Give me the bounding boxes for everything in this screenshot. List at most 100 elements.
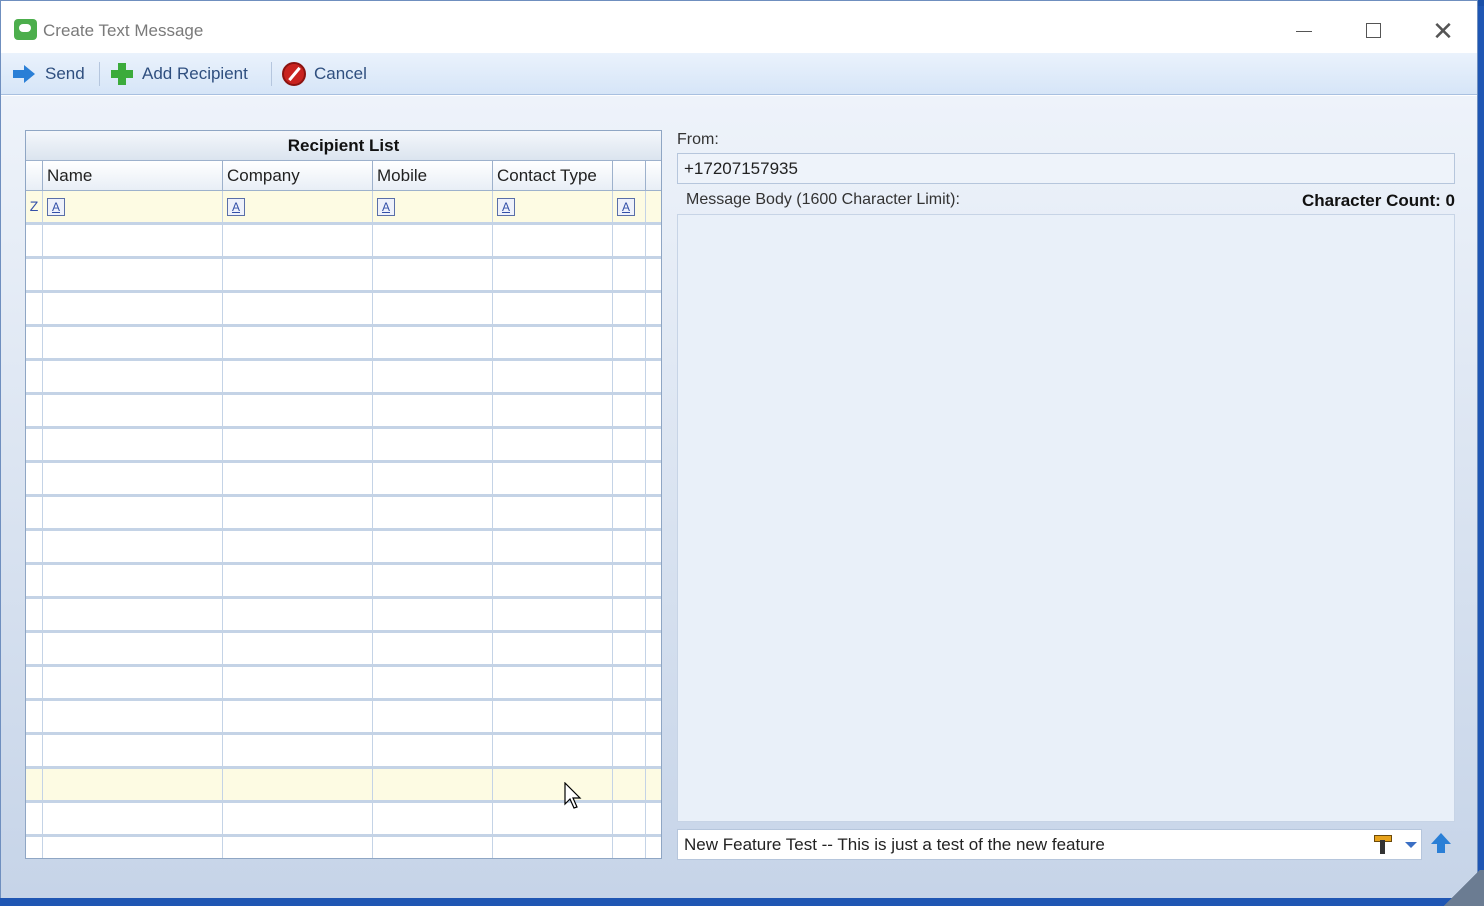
table-row[interactable] xyxy=(26,225,661,259)
template-dropdown-chevron-icon[interactable] xyxy=(1403,836,1419,852)
name-cell[interactable] xyxy=(43,463,223,494)
extra-cell[interactable] xyxy=(613,463,646,494)
minimize-button[interactable] xyxy=(1281,13,1327,49)
column-header-extra[interactable] xyxy=(613,161,646,190)
mobile-cell[interactable] xyxy=(373,225,493,256)
contact-type-cell[interactable] xyxy=(493,259,613,290)
table-row[interactable] xyxy=(26,429,661,463)
row-selector-cell[interactable] xyxy=(26,667,43,698)
name-cell[interactable] xyxy=(43,837,223,858)
extra-cell[interactable] xyxy=(613,769,646,800)
row-selector-cell[interactable] xyxy=(26,633,43,664)
cancel-button[interactable]: Cancel xyxy=(282,61,367,87)
filter-operator-icon[interactable]: A xyxy=(497,198,515,216)
contact-type-cell[interactable] xyxy=(493,769,613,800)
row-selector-cell[interactable] xyxy=(26,225,43,256)
extra-cell[interactable] xyxy=(613,565,646,596)
company-cell[interactable] xyxy=(223,599,373,630)
mobile-cell[interactable] xyxy=(373,803,493,834)
mobile-cell[interactable] xyxy=(373,463,493,494)
row-selector-cell[interactable] xyxy=(26,531,43,562)
company-cell[interactable] xyxy=(223,769,373,800)
title-bar[interactable]: Create Text Message ✕ xyxy=(1,5,1477,53)
mobile-cell[interactable] xyxy=(373,633,493,664)
filter-operator-icon[interactable]: A xyxy=(227,198,245,216)
column-header-company[interactable]: Company xyxy=(223,161,373,190)
company-cell[interactable] xyxy=(223,701,373,732)
mobile-cell[interactable] xyxy=(373,259,493,290)
contact-type-cell[interactable] xyxy=(493,463,613,494)
company-cell[interactable] xyxy=(223,531,373,562)
name-cell[interactable] xyxy=(43,735,223,766)
close-button[interactable]: ✕ xyxy=(1420,13,1466,49)
template-tool-icon[interactable] xyxy=(1371,832,1395,856)
contact-type-cell[interactable] xyxy=(493,497,613,528)
row-selector-cell[interactable] xyxy=(26,497,43,528)
company-cell[interactable] xyxy=(223,225,373,256)
mobile-cell[interactable] xyxy=(373,599,493,630)
template-select[interactable]: New Feature Test -- This is just a test … xyxy=(677,829,1422,860)
row-selector-cell[interactable] xyxy=(26,599,43,630)
mobile-cell[interactable] xyxy=(373,531,493,562)
table-row[interactable] xyxy=(26,395,661,429)
table-row[interactable] xyxy=(26,327,661,361)
extra-cell[interactable] xyxy=(613,497,646,528)
name-cell[interactable] xyxy=(43,225,223,256)
from-field[interactable]: +17207157935 xyxy=(677,153,1455,184)
row-selector-cell[interactable] xyxy=(26,701,43,732)
add-recipient-button[interactable]: Add Recipient xyxy=(110,61,248,87)
mobile-cell[interactable] xyxy=(373,837,493,858)
company-cell[interactable] xyxy=(223,395,373,426)
company-cell[interactable] xyxy=(223,293,373,324)
row-selector-cell[interactable] xyxy=(26,769,43,800)
company-cell[interactable] xyxy=(223,463,373,494)
name-cell[interactable] xyxy=(43,259,223,290)
extra-cell[interactable] xyxy=(613,599,646,630)
row-selector-cell[interactable] xyxy=(26,293,43,324)
table-row[interactable] xyxy=(26,361,661,395)
row-selector-cell[interactable] xyxy=(26,565,43,596)
extra-cell[interactable] xyxy=(613,361,646,392)
company-cell[interactable] xyxy=(223,497,373,528)
table-row[interactable] xyxy=(26,633,661,667)
name-cell[interactable] xyxy=(43,361,223,392)
contact-type-cell[interactable] xyxy=(493,701,613,732)
company-cell[interactable] xyxy=(223,429,373,460)
send-button[interactable]: Send xyxy=(13,61,85,87)
name-cell[interactable] xyxy=(43,803,223,834)
column-header-contact-type[interactable]: Contact Type xyxy=(493,161,613,190)
contact-type-cell[interactable] xyxy=(493,429,613,460)
table-row[interactable] xyxy=(26,701,661,735)
contact-type-cell[interactable] xyxy=(493,531,613,562)
company-cell[interactable] xyxy=(223,565,373,596)
contact-type-cell[interactable] xyxy=(493,293,613,324)
name-cell[interactable] xyxy=(43,633,223,664)
extra-cell[interactable] xyxy=(613,429,646,460)
message-body-textarea[interactable] xyxy=(677,214,1455,822)
contact-type-cell[interactable] xyxy=(493,803,613,834)
mobile-cell[interactable] xyxy=(373,497,493,528)
contact-type-cell[interactable] xyxy=(493,225,613,256)
column-header-mobile[interactable]: Mobile xyxy=(373,161,493,190)
mobile-cell[interactable] xyxy=(373,769,493,800)
company-cell[interactable] xyxy=(223,803,373,834)
table-row[interactable] xyxy=(26,497,661,531)
extra-cell[interactable] xyxy=(613,327,646,358)
row-selector-cell[interactable] xyxy=(26,837,43,858)
name-cell[interactable] xyxy=(43,429,223,460)
row-selector-cell[interactable] xyxy=(26,735,43,766)
filter-operator-icon[interactable]: A xyxy=(617,198,635,216)
table-row[interactable] xyxy=(26,531,661,565)
mobile-cell[interactable] xyxy=(373,701,493,732)
filter-cell-contact-type[interactable]: A xyxy=(493,191,613,222)
mobile-cell[interactable] xyxy=(373,395,493,426)
company-cell[interactable] xyxy=(223,361,373,392)
extra-cell[interactable] xyxy=(613,701,646,732)
mobile-cell[interactable] xyxy=(373,293,493,324)
extra-cell[interactable] xyxy=(613,225,646,256)
extra-cell[interactable] xyxy=(613,259,646,290)
name-cell[interactable] xyxy=(43,701,223,732)
row-selector-cell[interactable] xyxy=(26,259,43,290)
contact-type-cell[interactable] xyxy=(493,633,613,664)
table-row[interactable] xyxy=(26,259,661,293)
